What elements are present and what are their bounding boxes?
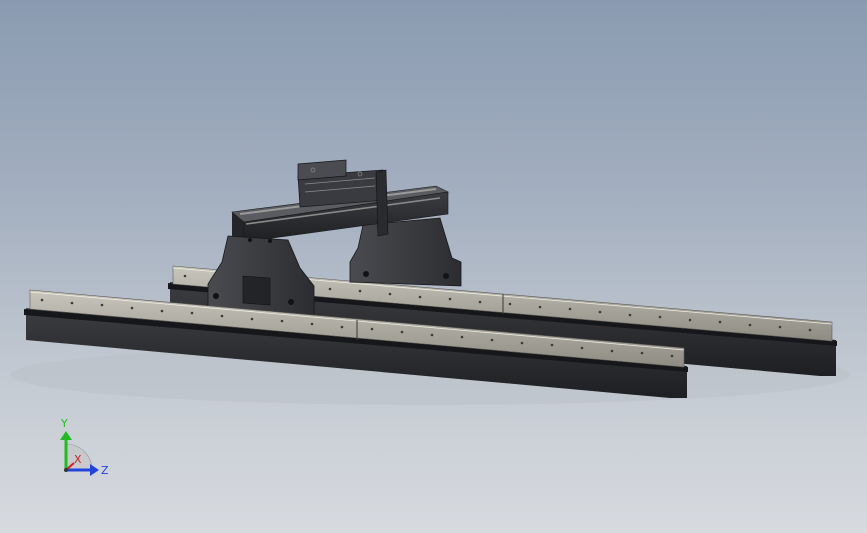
triad-origin	[64, 468, 68, 472]
triad-x-label: X	[74, 453, 82, 466]
triad-y-arrow-icon	[60, 431, 72, 440]
triad-y-label: Y	[60, 417, 68, 430]
cad-graphics-area[interactable]: Y Z X	[0, 0, 867, 533]
carriage-plate	[375, 169, 389, 237]
triad-z-label: Z	[101, 464, 109, 477]
orientation-triad[interactable]: Y Z X	[60, 417, 109, 477]
front-leg-window	[242, 275, 271, 306]
model-view[interactable]: Y Z X	[0, 0, 867, 533]
triad-z-arrow-icon	[90, 464, 99, 476]
